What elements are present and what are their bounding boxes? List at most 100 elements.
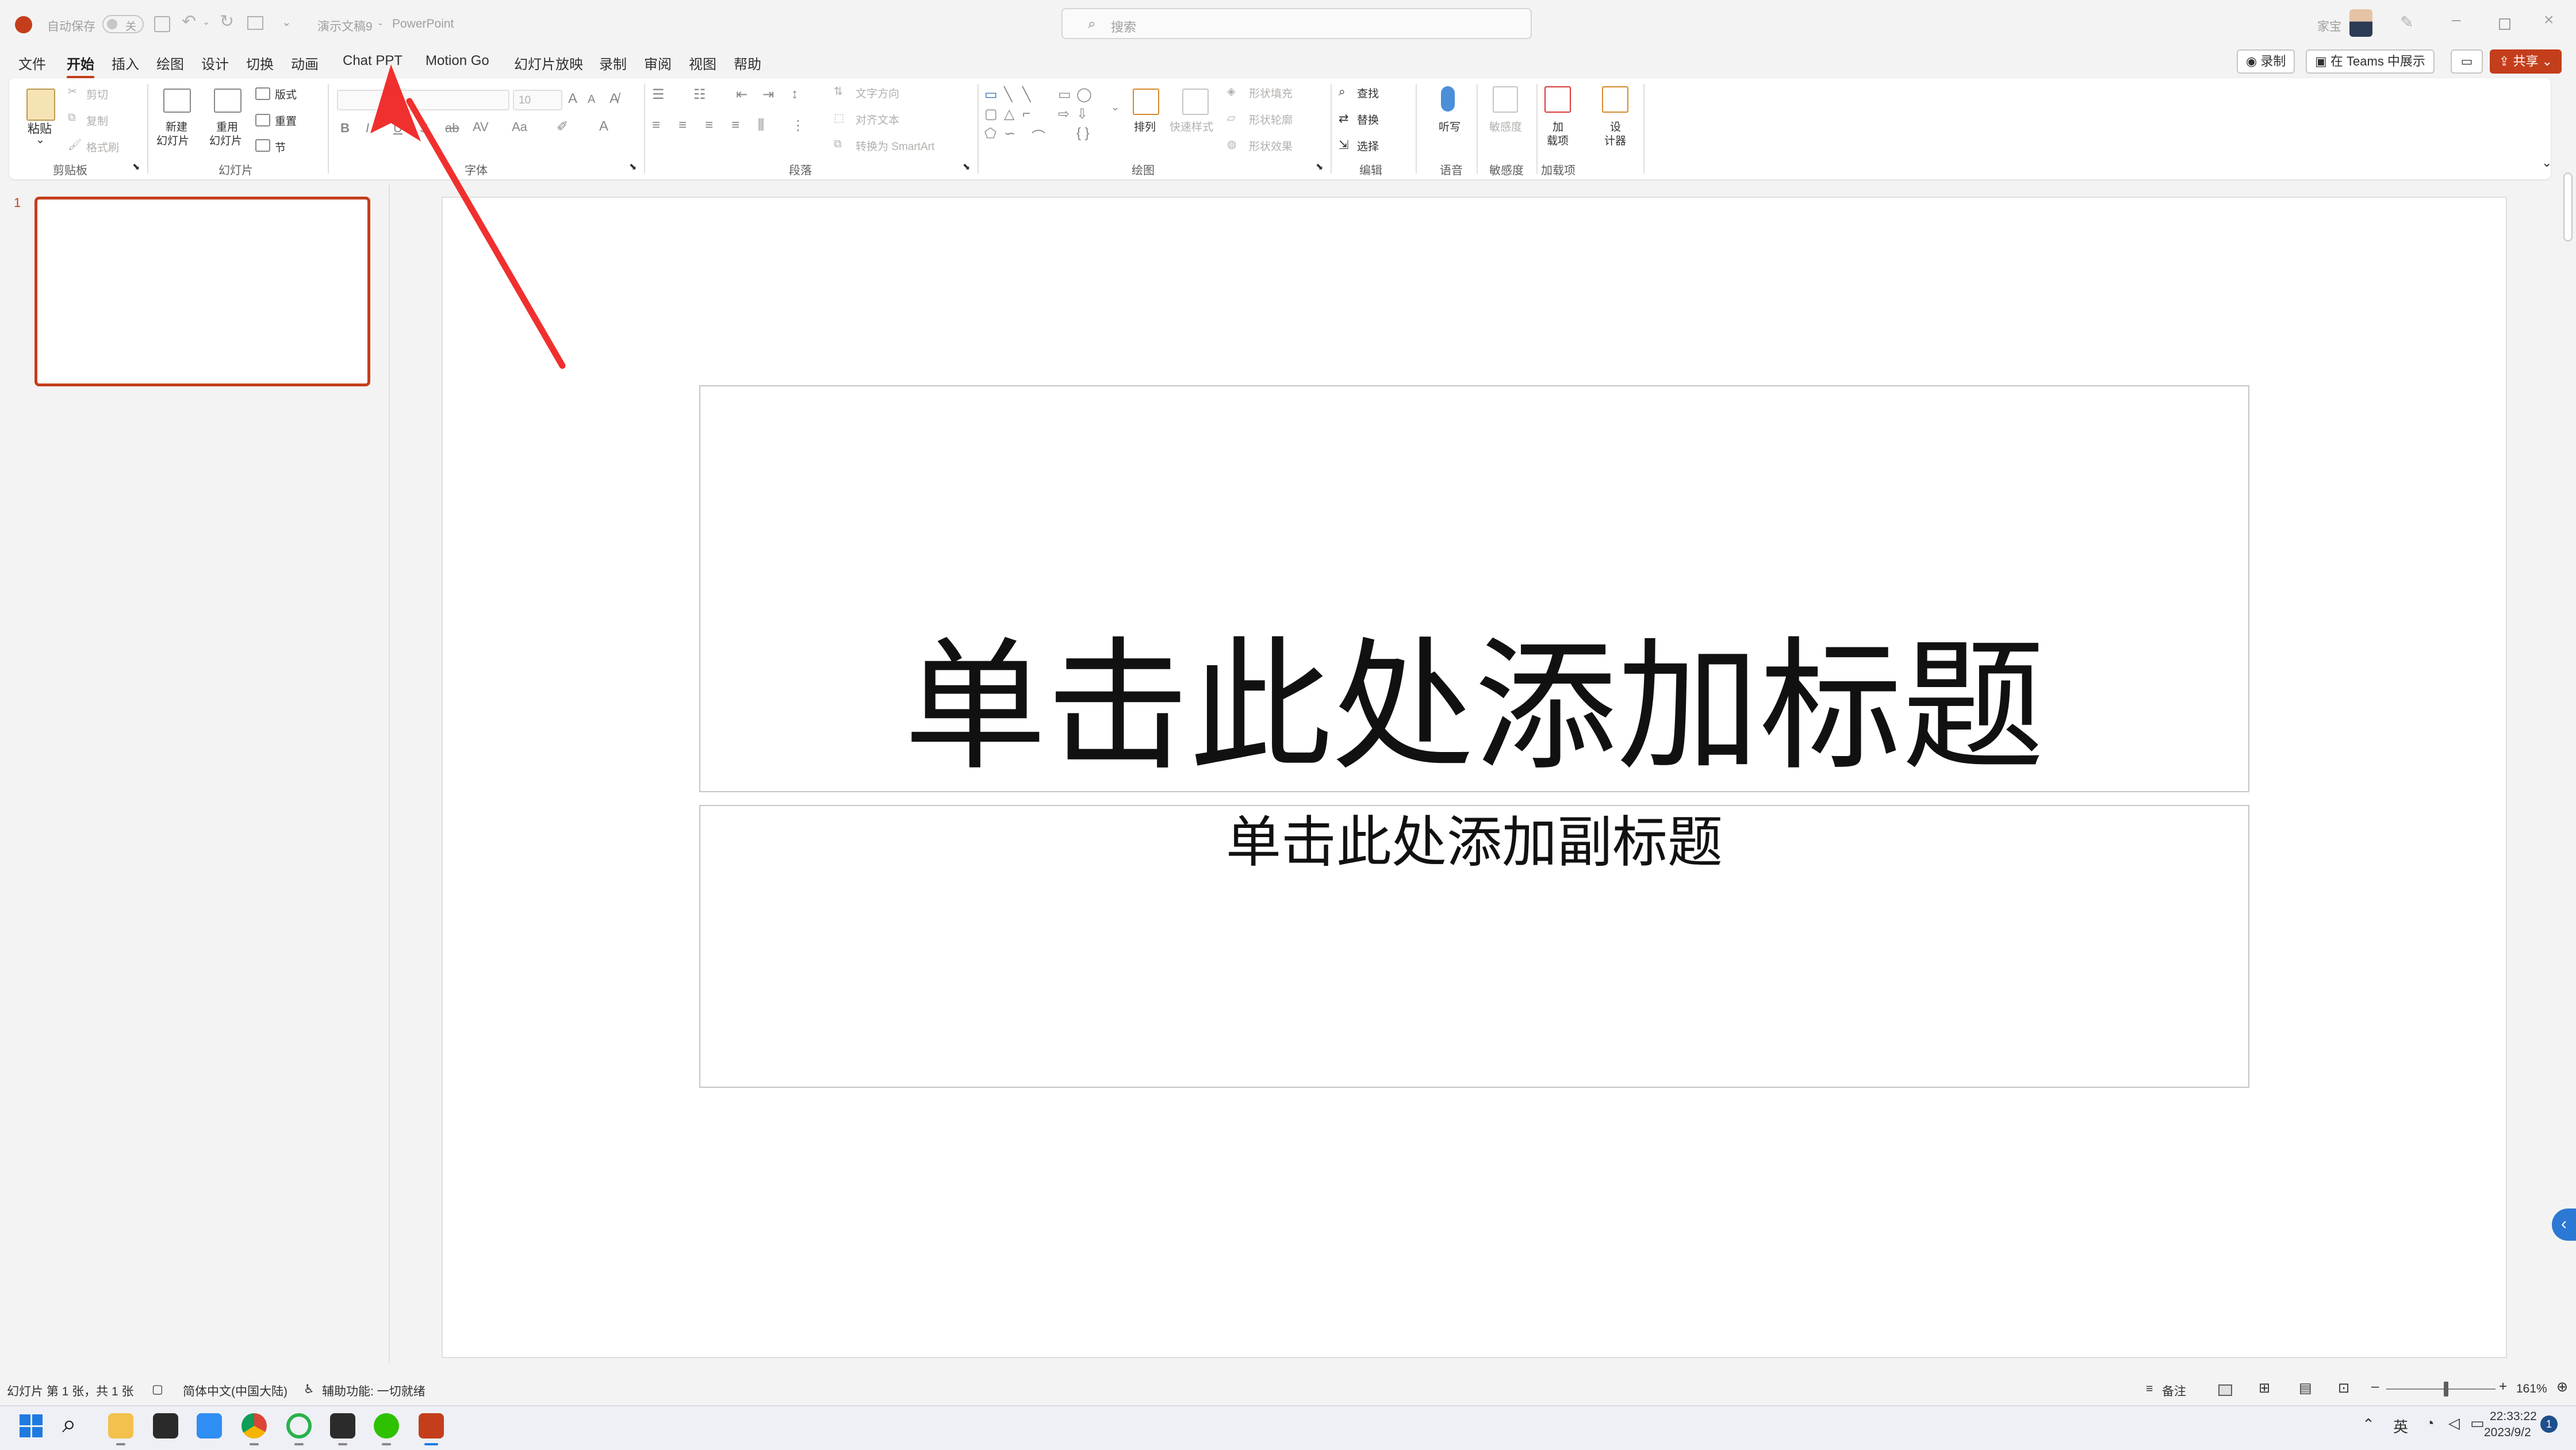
undo-dropdown-icon[interactable]: ⌄ [202, 16, 210, 28]
tab-animations[interactable]: 动画 [291, 53, 319, 73]
zoom-level[interactable]: 161% [2516, 1382, 2547, 1396]
align-left-icon[interactable]: ≡ [652, 117, 660, 133]
tab-help[interactable]: 帮助 [734, 53, 761, 73]
restore-icon[interactable] [2499, 18, 2510, 30]
notes-icon[interactable]: ≡ [2146, 1382, 2153, 1396]
section-icon[interactable] [255, 139, 270, 152]
numbering-icon[interactable]: ☷ [693, 86, 706, 103]
cut-icon[interactable]: ✂ [68, 85, 77, 98]
accessibility-status[interactable]: 辅助功能: 一切就绪 [322, 1382, 425, 1399]
tab-review[interactable]: 审阅 [644, 53, 672, 73]
clipboard-launcher-icon[interactable]: ⬊ [132, 161, 140, 172]
powerpoint-taskbar-icon[interactable] [419, 1413, 444, 1439]
format-painter-label[interactable]: 格式刷 [86, 139, 119, 155]
paste-icon[interactable] [26, 89, 55, 121]
minimize-icon[interactable]: – [2452, 10, 2461, 29]
paste-dropdown-icon[interactable]: ⌄ [36, 133, 45, 147]
notes-button[interactable]: 备注 [2162, 1382, 2186, 1399]
designer-icon[interactable] [1602, 86, 1628, 113]
bullets-icon[interactable]: ☰ [652, 86, 665, 103]
tab-record[interactable]: 录制 [599, 53, 627, 73]
subtitle-placeholder-text[interactable]: 单击此处添加副标题 [699, 805, 2249, 880]
terminal-icon[interactable] [330, 1413, 355, 1439]
comments-button[interactable]: ▭ [2451, 49, 2483, 74]
shape-outline-label[interactable]: 形状轮廓 [1249, 112, 1293, 127]
reuse-slides-label-1[interactable]: 重用 [216, 118, 238, 134]
shape-brace-icon[interactable]: { } [1076, 125, 1090, 141]
zoom-slider-track[interactable] [2386, 1388, 2496, 1390]
select-icon[interactable]: ⇲ [1339, 138, 1349, 152]
shape-effects-icon[interactable]: ◍ [1227, 138, 1237, 151]
title-placeholder-text[interactable]: 单击此处添加标题 [699, 621, 2249, 793]
format-painter-icon[interactable]: 🖌 [68, 138, 82, 152]
italic-icon[interactable]: I [366, 121, 369, 136]
copy-icon[interactable]: ⧉ [68, 112, 76, 124]
yuque-app-icon[interactable] [153, 1413, 178, 1439]
tab-insert[interactable]: 插入 [112, 53, 139, 73]
fit-to-window-icon[interactable]: ⊕ [2556, 1379, 2568, 1395]
shape-textbox-icon[interactable]: ▭ [984, 86, 998, 103]
save-icon[interactable] [154, 16, 170, 32]
columns-icon[interactable]: ⫼ [758, 117, 764, 133]
align-text-icon[interactable]: ⬚ [834, 112, 844, 125]
notification-badge[interactable]: 1 [2540, 1416, 2558, 1433]
reset-icon[interactable] [255, 114, 270, 126]
slideshow-icon[interactable]: ⊡ [2338, 1380, 2349, 1397]
copy-label[interactable]: 复制 [86, 113, 108, 128]
addins-label-2[interactable]: 载项 [1547, 132, 1569, 148]
paragraph-more-icon[interactable]: ⋮ [791, 117, 805, 134]
shape-line-icon[interactable]: ╲ [1004, 86, 1012, 103]
layout-icon[interactable] [255, 87, 270, 100]
shape-fill-label[interactable]: 形状填充 [1249, 85, 1293, 101]
layout-label[interactable]: 版式 [275, 86, 297, 102]
font-color-icon[interactable]: A [599, 118, 608, 135]
tab-home[interactable]: 开始 [67, 53, 94, 79]
find-icon[interactable]: ⌕ [1339, 85, 1346, 99]
zoom-out-icon[interactable]: – [2371, 1379, 2379, 1395]
tab-slideshow[interactable]: 幻灯片放映 [514, 53, 583, 73]
addins-icon[interactable] [1544, 86, 1571, 113]
tab-motion-go[interactable]: Motion Go [425, 53, 489, 69]
volume-icon[interactable]: ◁ [2448, 1414, 2460, 1432]
new-slide-label-1[interactable]: 新建 [166, 118, 187, 134]
shape-arrow-down-icon[interactable]: ⇩ [1076, 106, 1088, 122]
autosave-toggle[interactable]: 关 [102, 15, 144, 33]
replace-icon[interactable]: ⇄ [1339, 112, 1349, 126]
clear-formatting-icon[interactable]: A̸ [610, 91, 619, 107]
clock-time[interactable]: 22:33:22 [2490, 1410, 2537, 1424]
text-direction-icon[interactable]: ⇅ [834, 85, 843, 98]
reuse-slides-icon[interactable] [214, 89, 241, 113]
collapse-ribbon-icon[interactable]: ⌄ [2542, 155, 2552, 170]
align-center-icon[interactable]: ≡ [678, 117, 687, 133]
sensitivity-icon[interactable] [1493, 86, 1518, 113]
select-label[interactable]: 选择 [1357, 138, 1379, 154]
quick-styles-label[interactable]: 快速样式 [1170, 118, 1213, 134]
shadow-icon[interactable]: S [420, 121, 428, 136]
shape-arc-icon[interactable]: ⌒ [1032, 125, 1045, 145]
shapes-more-icon[interactable]: ⌄ [1111, 101, 1120, 113]
language-status[interactable]: 简体中文(中国大陆) [183, 1382, 288, 1399]
find-label[interactable]: 查找 [1357, 85, 1379, 101]
designer-label-2[interactable]: 计器 [1604, 132, 1626, 148]
reading-view-icon[interactable]: ▤ [2299, 1380, 2312, 1397]
reset-label[interactable]: 重置 [275, 113, 297, 128]
dictate-label[interactable]: 听写 [1439, 118, 1460, 134]
justify-icon[interactable]: ≡ [731, 117, 739, 133]
reuse-slides-label-2[interactable]: 幻灯片 [209, 132, 242, 148]
text-direction-label[interactable]: 文字方向 [856, 85, 899, 101]
drawing-launcher-icon[interactable]: ⬊ [1316, 161, 1323, 172]
battery-icon[interactable]: ▭ [2470, 1414, 2485, 1432]
undo-icon[interactable]: ↶ [182, 11, 196, 32]
normal-view-icon[interactable] [2218, 1384, 2232, 1396]
shape-oval-icon[interactable]: ◯ [1076, 86, 1092, 103]
tab-transitions[interactable]: 切换 [246, 53, 274, 73]
clock-date[interactable]: 2023/9/2 [2484, 1426, 2531, 1440]
designer-label-1[interactable]: 设 [1610, 118, 1621, 134]
chrome-icon[interactable] [241, 1413, 267, 1439]
record-button[interactable]: ◉ 录制 [2237, 49, 2295, 74]
taskbar-search-icon[interactable]: ⌕ [62, 1410, 76, 1439]
avatar[interactable] [2349, 9, 2372, 37]
show-hidden-icons-icon[interactable]: ⌃ [2362, 1416, 2375, 1433]
shape-connector-icon[interactable]: ⌐ [1022, 106, 1030, 122]
share-button[interactable]: ⇪ 共享 ⌄ [2490, 49, 2562, 74]
